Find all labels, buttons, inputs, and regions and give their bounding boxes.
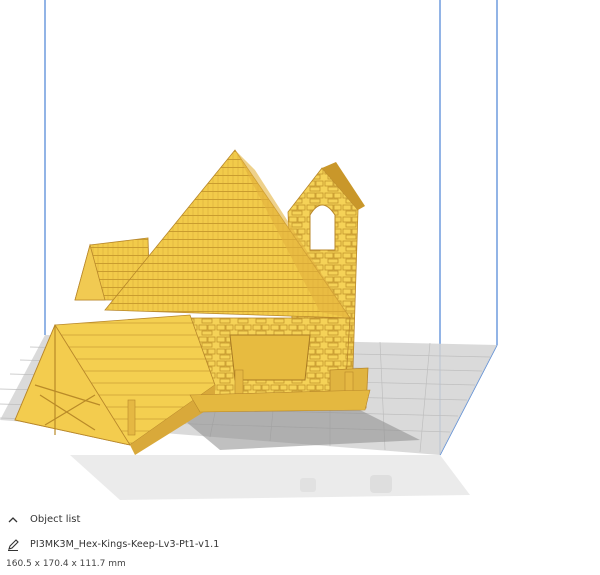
object-dimensions: 160.5 x 170.4 x 111.7 mm (6, 559, 126, 569)
object-list-label: Object list (30, 513, 81, 525)
chevron-up-icon (6, 512, 20, 526)
pencil-icon[interactable] (6, 537, 20, 551)
3d-viewport[interactable] (0, 0, 600, 510)
object-list-toggle[interactable]: Object list (6, 510, 80, 528)
object-list-panel: Object list PI3MK3M_Hex-Kings-Keep-Lv3-P… (0, 505, 600, 575)
object-list-item[interactable]: PI3MK3M_Hex-Kings-Keep-Lv3-Pt1-v1.1 (6, 535, 219, 553)
model-kings-keep[interactable] (14, 149, 371, 455)
object-name: PI3MK3M_Hex-Kings-Keep-Lv3-Pt1-v1.1 (30, 538, 220, 550)
